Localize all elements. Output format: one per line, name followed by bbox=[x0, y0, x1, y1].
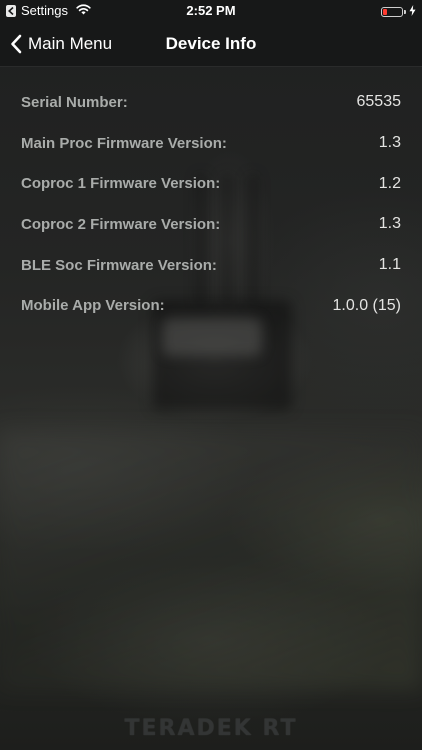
battery-indicator bbox=[381, 4, 416, 19]
brand-watermark: TERADEK RT bbox=[124, 716, 298, 741]
info-row-coproc-1-firmware: Coproc 1 Firmware Version: 1.2 bbox=[21, 163, 401, 204]
background-ground bbox=[0, 430, 422, 690]
info-label: Main Proc Firmware Version: bbox=[21, 134, 227, 152]
info-value: 1.2 bbox=[378, 174, 401, 192]
info-row-main-proc-firmware: Main Proc Firmware Version: 1.3 bbox=[21, 123, 401, 164]
info-row-coproc-2-firmware: Coproc 2 Firmware Version: 1.3 bbox=[21, 204, 401, 245]
info-value: 1.3 bbox=[378, 215, 401, 233]
status-bar: Settings 2:52 PM bbox=[0, 0, 422, 22]
info-label: Serial Number: bbox=[21, 93, 128, 111]
status-time: 2:52 PM bbox=[186, 3, 236, 18]
navigation-bar: Main Menu Device Info bbox=[0, 22, 422, 67]
info-row-serial-number: Serial Number: 65535 bbox=[21, 82, 401, 123]
chevron-left-icon bbox=[11, 34, 22, 54]
back-button[interactable]: Main Menu bbox=[10, 22, 112, 66]
info-value: 1.1 bbox=[378, 256, 401, 274]
info-value: 1.3 bbox=[378, 134, 401, 152]
info-row-ble-soc-firmware: BLE Soc Firmware Version: 1.1 bbox=[21, 245, 401, 286]
info-label: Coproc 2 Firmware Version: bbox=[21, 215, 221, 233]
back-button-label: Main Menu bbox=[28, 34, 113, 53]
info-row-mobile-app-version: Mobile App Version: 1.0.0 (15) bbox=[21, 285, 401, 326]
info-label: BLE Soc Firmware Version: bbox=[21, 256, 217, 274]
battery-cap bbox=[404, 9, 406, 14]
info-value: 65535 bbox=[356, 93, 402, 111]
info-value: 1.0.0 (15) bbox=[332, 296, 401, 314]
info-label: Coproc 1 Firmware Version: bbox=[21, 175, 221, 193]
battery-level-fill bbox=[383, 8, 387, 15]
charging-bolt-icon bbox=[409, 4, 416, 19]
info-label: Mobile App Version: bbox=[21, 297, 165, 315]
battery-icon bbox=[381, 6, 403, 17]
device-info-list: Serial Number: 65535 Main Proc Firmware … bbox=[21, 82, 401, 326]
